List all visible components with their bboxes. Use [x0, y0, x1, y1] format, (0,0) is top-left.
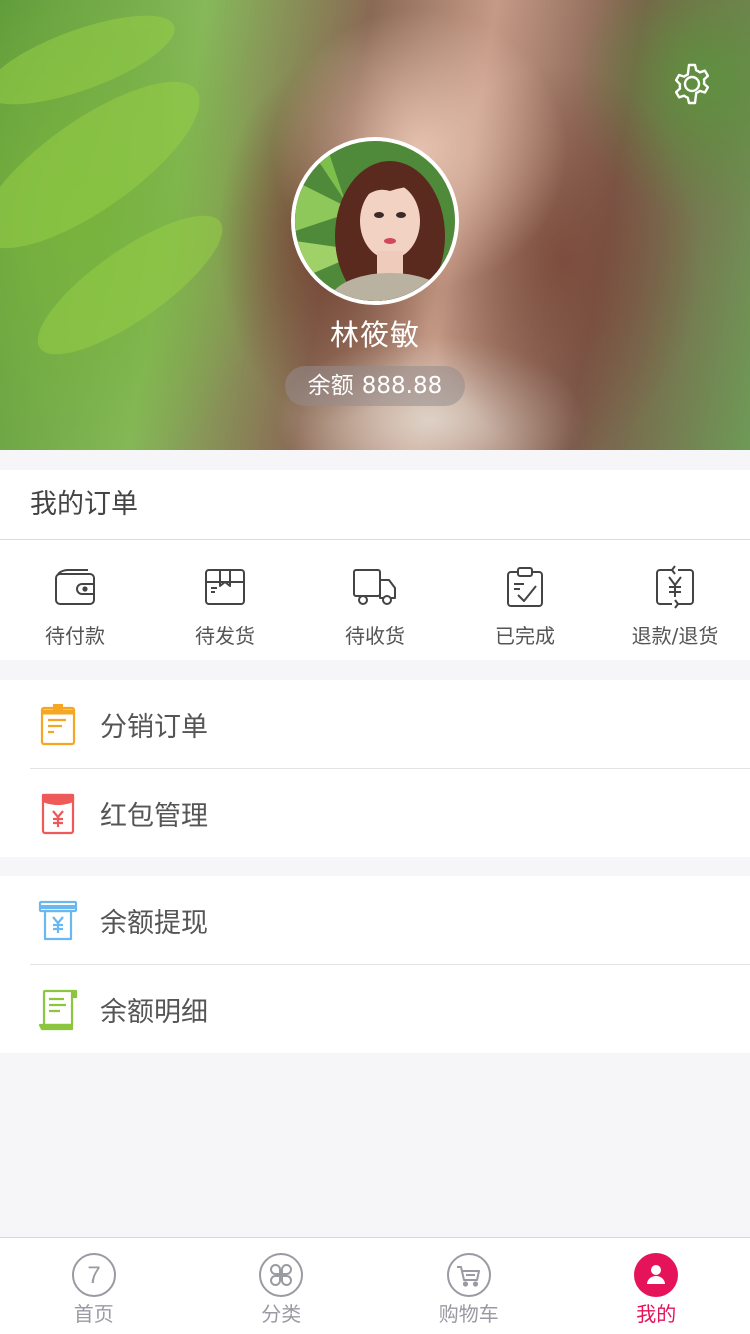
refund-icon: [656, 565, 694, 609]
order-item-label: 待发货: [195, 624, 255, 648]
tab-profile[interactable]: 我的: [563, 1238, 750, 1334]
gear-icon: [674, 63, 710, 105]
user-name: 林筱敏: [329, 318, 420, 352]
tab-home[interactable]: 7 首页: [0, 1238, 188, 1334]
withdraw-icon: [38, 900, 78, 941]
package-icon: [205, 569, 245, 605]
truck-icon: [353, 569, 396, 605]
balance-badge[interactable]: 余额 888.88: [285, 366, 465, 406]
balance-label: 余额: [307, 373, 354, 399]
menu-group-balance: 余额提现 余额明细: [0, 876, 750, 1053]
tab-label: 首页: [73, 1302, 114, 1326]
order-item-label: 待付款: [45, 624, 105, 648]
menu-item-red-packets[interactable]: 红包管理: [0, 769, 750, 857]
category-icon: [259, 1253, 304, 1297]
tab-category[interactable]: 分类: [188, 1238, 376, 1334]
settings-button[interactable]: [670, 62, 714, 106]
menu-item-label: 红包管理: [100, 800, 208, 832]
profile-icon: [634, 1253, 679, 1297]
cart-icon: [446, 1253, 491, 1297]
menu-item-label: 余额明细: [100, 996, 208, 1028]
home-icon: 7: [71, 1253, 116, 1297]
red-packet-icon: [41, 793, 75, 835]
order-item-label: 待收货: [345, 624, 405, 648]
order-refund[interactable]: 退款/退货: [600, 540, 750, 660]
order-pending-receipt[interactable]: 待收货: [300, 540, 450, 660]
order-pending-shipment[interactable]: 待发货: [150, 540, 300, 660]
bottom-tab-bar: 7 首页 分类 购物车 我的: [0, 1237, 750, 1334]
tab-label: 分类: [261, 1302, 302, 1326]
avatar-photo: [295, 141, 455, 301]
tab-cart[interactable]: 购物车: [375, 1238, 563, 1334]
wallet-icon: [55, 569, 95, 605]
my-orders-title[interactable]: 我的订单: [0, 470, 750, 540]
balance-detail-icon: [38, 989, 78, 1031]
order-pending-payment[interactable]: 待付款: [0, 540, 150, 660]
tab-label: 购物车: [438, 1302, 499, 1326]
menu-group-distribution: 分销订单 红包管理: [0, 680, 750, 857]
order-completed[interactable]: 已完成: [450, 540, 600, 660]
clipboard-check-icon: [507, 567, 543, 607]
balance-value: 888.88: [361, 373, 443, 399]
tab-label: 我的: [636, 1302, 677, 1326]
distribution-order-icon: [40, 704, 76, 746]
order-status-row: 待付款 待发货 待收货 已完成 退款/退货: [0, 540, 750, 660]
menu-item-balance-detail[interactable]: 余额明细: [0, 965, 750, 1053]
my-orders-card: 我的订单 待付款 待发货 待收货 已完成 退款/退货: [0, 470, 750, 660]
home-icon-glyph: 7: [87, 1262, 100, 1289]
menu-item-label: 余额提现: [100, 907, 208, 939]
order-item-label: 已完成: [495, 624, 555, 648]
profile-header: 林筱敏 余额 888.88: [0, 0, 750, 450]
menu-item-distribution-orders[interactable]: 分销订单: [0, 680, 750, 768]
order-item-label: 退款/退货: [631, 624, 719, 648]
menu-item-withdraw[interactable]: 余额提现: [0, 876, 750, 964]
menu-item-label: 分销订单: [100, 711, 208, 743]
avatar[interactable]: [291, 137, 459, 305]
